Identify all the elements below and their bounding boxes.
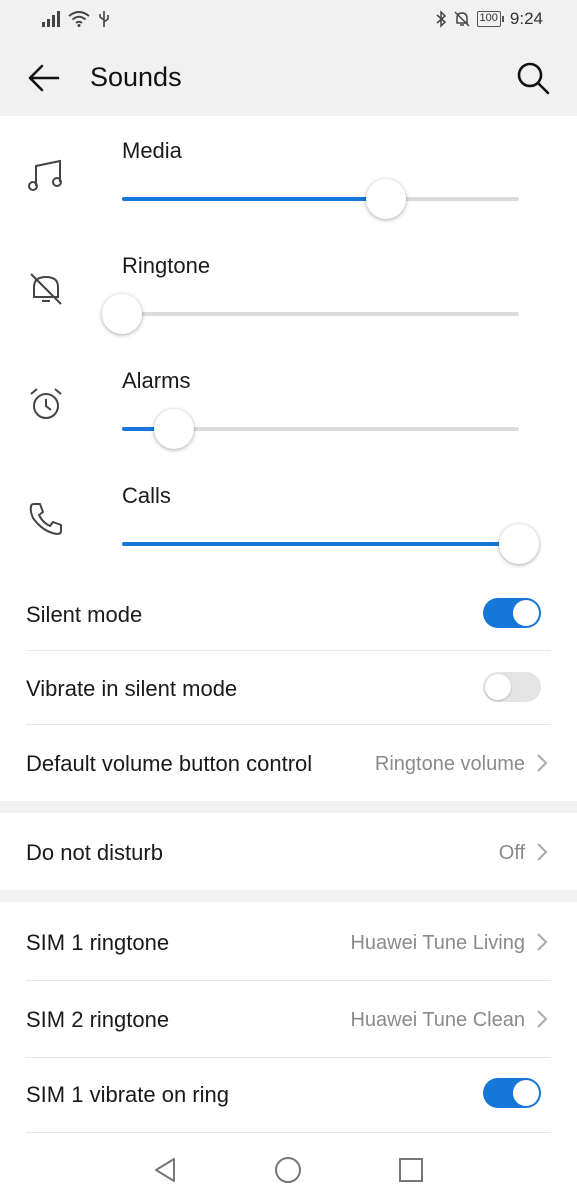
ringtone-volume-slider[interactable] — [102, 294, 519, 334]
sim1-vibrate-row[interactable]: SIM 1 vibrate on ring — [26, 1058, 551, 1132]
signal-icon — [42, 11, 60, 27]
battery-level: 100 — [476, 11, 501, 27]
navigation-bar — [0, 1138, 577, 1198]
arrow-left-icon[interactable] — [26, 60, 62, 96]
sim1-vibrate-label: SIM 1 vibrate on ring — [26, 1082, 229, 1107]
usb-icon — [99, 11, 109, 27]
battery-icon: 100 — [476, 11, 504, 27]
sim2-ringtone-value: Huawei Tune Clean — [350, 1009, 525, 1031]
music-note-icon — [28, 159, 62, 191]
status-right: 100 9:24 — [435, 9, 543, 29]
bell-off-icon — [30, 273, 62, 305]
silent-mode-label: Silent mode — [26, 602, 143, 627]
calls-volume-thumb[interactable] — [499, 524, 539, 564]
recents-square-icon[interactable] — [397, 1156, 425, 1184]
search-icon[interactable] — [515, 60, 551, 96]
app-bar: Sounds — [0, 40, 577, 116]
sim1-ringtone-label: SIM 1 ringtone — [26, 930, 170, 955]
phone-icon — [29, 503, 62, 535]
status-left — [42, 10, 110, 28]
back-triangle-icon[interactable] — [152, 1156, 180, 1184]
media-volume-slider[interactable] — [122, 179, 519, 219]
volume-row-alarms: Alarms — [0, 346, 577, 461]
chevron-right-icon — [537, 754, 548, 772]
vibrate-silent-label: Vibrate in silent mode — [26, 676, 238, 701]
clock: 9:24 — [509, 9, 543, 28]
do-not-disturb-value: Off — [498, 842, 525, 864]
volume-button-label: Default volume button control — [26, 751, 313, 776]
alarms-volume-thumb[interactable] — [153, 409, 194, 449]
bluetooth-icon — [436, 10, 446, 28]
volume-label-calls: Calls — [122, 483, 171, 508]
volume-label-ringtone: Ringtone — [122, 253, 211, 278]
volume-row-calls: Calls — [0, 461, 577, 576]
notifications-off-icon — [454, 11, 470, 27]
sim2-ringtone-row[interactable]: SIM 2 ringtone Huawei Tune Clean — [26, 981, 551, 1057]
wifi-icon — [68, 11, 90, 27]
chevron-right-icon — [537, 843, 548, 861]
sim1-ringtone-row[interactable]: SIM 1 ringtone Huawei Tune Living — [26, 902, 551, 980]
sim2-ringtone-label: SIM 2 ringtone — [26, 1007, 170, 1032]
alarm-clock-icon — [30, 388, 62, 419]
calls-volume-slider[interactable] — [122, 524, 539, 564]
section-gap — [0, 890, 577, 902]
volume-button-value: Ringtone volume — [374, 753, 525, 775]
vibrate-silent-row[interactable]: Vibrate in silent mode — [26, 651, 551, 724]
section-gap — [0, 801, 577, 813]
ringtone-volume-thumb[interactable] — [102, 294, 142, 334]
chevron-right-icon — [537, 933, 548, 951]
home-circle-icon[interactable] — [274, 1156, 302, 1184]
volume-row-media: Media — [0, 116, 577, 231]
calls-volume-fill — [122, 542, 519, 546]
page-title: Sounds — [90, 62, 182, 92]
sim1-vibrate-toggle[interactable] — [483, 1078, 541, 1108]
alarms-volume-slider[interactable] — [122, 409, 519, 449]
do-not-disturb-label: Do not disturb — [26, 840, 163, 865]
do-not-disturb-row[interactable]: Do not disturb Off — [26, 813, 551, 890]
volume-label-alarms: Alarms — [122, 368, 191, 393]
media-volume-thumb[interactable] — [366, 179, 406, 219]
volume-label-media: Media — [122, 138, 182, 163]
volume-button-row[interactable]: Default volume button control Ringtone v… — [26, 725, 551, 801]
status-bar: 100 9:24 — [0, 0, 577, 40]
divider — [26, 1132, 551, 1133]
silent-mode-toggle[interactable] — [483, 598, 541, 628]
volume-row-ringtone: Ringtone — [0, 231, 577, 346]
sim1-ringtone-value: Huawei Tune Living — [350, 932, 525, 954]
vibrate-silent-toggle[interactable] — [483, 672, 541, 702]
chevron-right-icon — [537, 1010, 548, 1028]
media-volume-fill — [122, 197, 386, 201]
silent-mode-row[interactable]: Silent mode — [26, 578, 551, 650]
